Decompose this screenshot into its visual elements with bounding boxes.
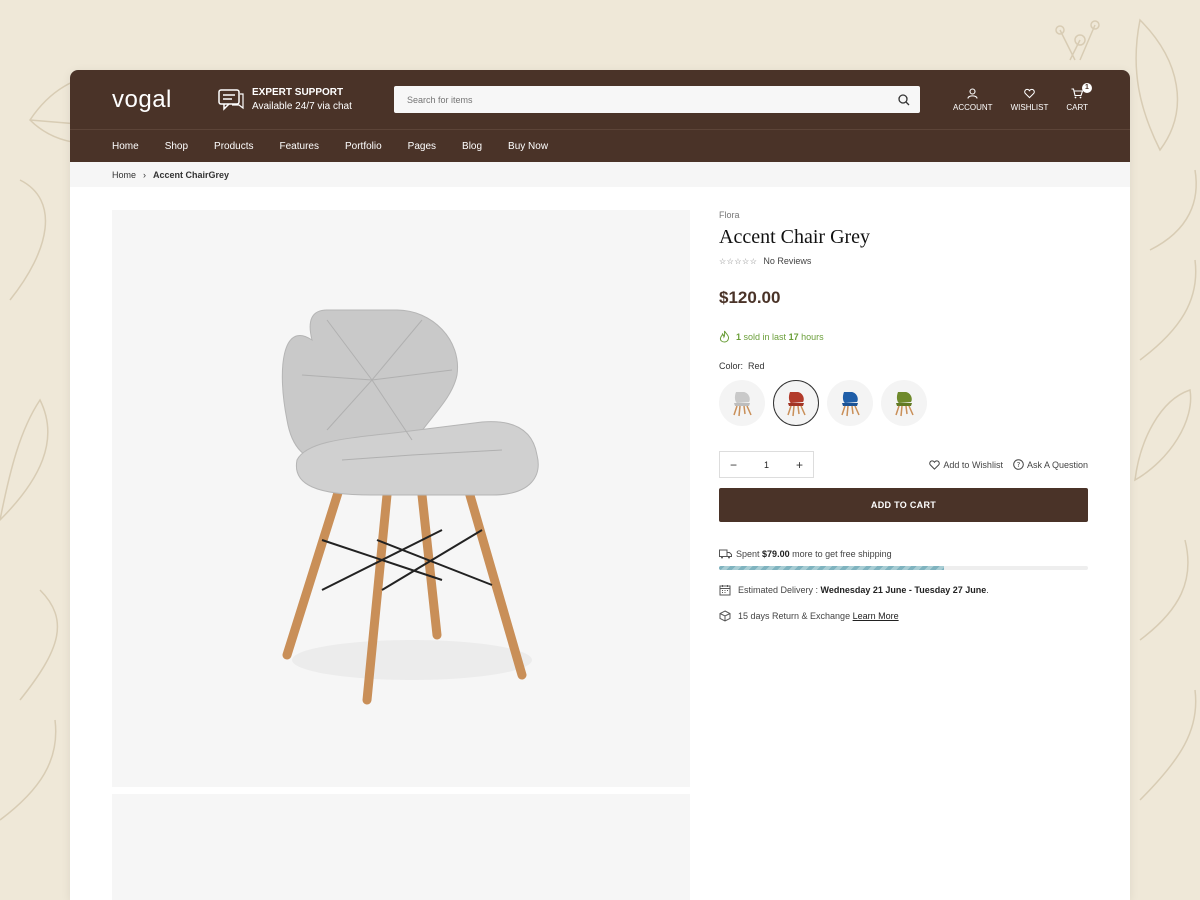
color-value: Red <box>748 361 765 371</box>
nav-item-blog[interactable]: Blog <box>462 141 482 152</box>
color-label: Color: <box>719 361 744 371</box>
support-title: EXPERT SUPPORT <box>252 87 344 98</box>
breadcrumb-current: Accent ChairGrey <box>153 169 230 180</box>
product-info: Flora Accent Chair Grey ☆☆☆☆☆ No Reviews… <box>719 210 1088 622</box>
chair-image <box>281 309 539 705</box>
plus-icon[interactable]: + <box>786 452 813 477</box>
nav-item-features[interactable]: Features <box>280 141 319 152</box>
chevron-right-icon: › <box>143 169 147 180</box>
header-icons: ACCOUNT WISHLIST 1 CART <box>953 82 1092 112</box>
minus-icon[interactable]: − <box>720 452 747 477</box>
returns-text: 15 days Return & Exchange <box>738 611 851 621</box>
delivery-dates: Wednesday 21 June - Tuesday 27 June <box>820 585 987 595</box>
box-icon <box>719 610 731 622</box>
shipping-amount: $79.00 <box>762 549 790 559</box>
shipping-progress-bar <box>719 566 1088 570</box>
product-title: Accent Chair Grey <box>719 226 871 248</box>
estimated-delivery: Estimated Delivery : Wednesday 21 June -… <box>719 584 1088 596</box>
breadcrumb-home[interactable]: Home <box>112 170 136 180</box>
shipping-prefix: Spent <box>736 549 760 559</box>
sold-hours: 17 <box>788 331 799 342</box>
wishlist-link-label: Add to Wishlist <box>943 459 1003 470</box>
product-reviews[interactable]: ☆☆☆☆☆ No Reviews <box>719 256 1088 266</box>
sold-indicator: 1 sold in last 17 hours <box>719 330 1088 343</box>
quantity-value[interactable]: 1 <box>747 460 786 470</box>
wishlist-label: WISHLIST <box>1010 102 1049 112</box>
support-subtitle: Available 24/7 via chat <box>252 101 352 112</box>
chair-blue-icon <box>841 392 860 417</box>
wishlist-button[interactable]: WISHLIST <box>1010 88 1049 112</box>
add-to-cart-button[interactable]: ADD TO CART <box>719 488 1088 522</box>
question-circle-icon: ? <box>1013 459 1024 470</box>
svg-text:?: ? <box>1017 461 1021 469</box>
user-icon <box>967 87 978 99</box>
swatch-green[interactable] <box>881 380 927 426</box>
product-price: $120.00 <box>719 288 781 307</box>
flame-icon <box>719 330 730 343</box>
sold-count: 1 <box>736 331 742 342</box>
breadcrumb: Home › Accent ChairGrey <box>70 162 1130 187</box>
cart-label: CART <box>1066 102 1088 112</box>
truck-icon <box>719 549 732 559</box>
main-nav: Home Shop Products Features Portfolio Pa… <box>70 130 1130 162</box>
nav-item-pages[interactable]: Pages <box>408 141 436 152</box>
question-link-label: Ask A Question <box>1026 459 1088 470</box>
expert-support[interactable]: EXPERT SUPPORT Available 24/7 via chat <box>218 87 394 112</box>
nav-item-buy-now[interactable]: Buy Now <box>508 141 548 152</box>
reviews-text: No Reviews <box>763 256 812 266</box>
account-button[interactable]: ACCOUNT <box>953 87 993 112</box>
nav-item-shop[interactable]: Shop <box>165 141 188 152</box>
chair-green-icon <box>895 392 914 417</box>
account-label: ACCOUNT <box>953 102 993 112</box>
rating-stars-icon: ☆☆☆☆☆ <box>719 256 758 266</box>
delivery-prefix: Estimated Delivery : <box>738 585 819 595</box>
chair-red-icon <box>787 392 806 417</box>
chair-grey-icon <box>733 392 752 417</box>
nav-item-home[interactable]: Home <box>112 141 139 152</box>
product-vendor[interactable]: Flora <box>719 210 1088 220</box>
color-swatches <box>719 380 1088 426</box>
search-icon[interactable] <box>898 93 910 106</box>
header-bar: vogal EXPERT SUPPORT Available 24/7 via … <box>70 70 1130 130</box>
ask-question-link[interactable]: ? Ask A Question <box>1013 459 1088 470</box>
nav-item-portfolio[interactable]: Portfolio <box>345 141 382 152</box>
sold-suffix: hours <box>801 331 824 342</box>
chat-support-icon <box>218 88 244 111</box>
sold-text: sold in last <box>743 331 787 342</box>
swatch-blue[interactable] <box>827 380 873 426</box>
cart-count-badge: 1 <box>1082 82 1092 93</box>
add-to-wishlist-link[interactable]: Add to Wishlist <box>929 459 1003 470</box>
color-selector-label: Color: Red <box>719 361 1088 371</box>
shipping-suffix: more to get free shipping <box>792 549 892 559</box>
free-shipping-message: Spent $79.00 more to get free shipping <box>719 549 1088 559</box>
learn-more-link[interactable]: Learn More <box>853 611 899 621</box>
quantity-stepper: − 1 + <box>719 451 814 478</box>
product-image-secondary[interactable] <box>112 794 690 900</box>
nav-item-products[interactable]: Products <box>214 141 253 152</box>
returns-info: 15 days Return & Exchange Learn More <box>719 610 1088 622</box>
site-logo[interactable]: vogal <box>112 86 218 114</box>
cart-button[interactable]: 1 CART <box>1066 82 1092 112</box>
heart-icon <box>1024 88 1035 98</box>
search-box <box>394 86 920 113</box>
product-links: Add to Wishlist ? Ask A Question <box>929 459 1088 470</box>
product-image-main[interactable] <box>112 210 690 787</box>
shipping-progress-fill <box>719 566 945 570</box>
swatch-grey[interactable] <box>719 380 765 426</box>
browser-frame: vogal EXPERT SUPPORT Available 24/7 via … <box>70 70 1130 900</box>
swatch-red[interactable] <box>773 380 819 426</box>
heart-outline-icon <box>929 459 941 470</box>
calendar-icon <box>719 585 731 596</box>
purchase-actions: − 1 + Add to Wishlist ? Ask A Question <box>719 451 1088 478</box>
search-input[interactable] <box>407 94 898 105</box>
